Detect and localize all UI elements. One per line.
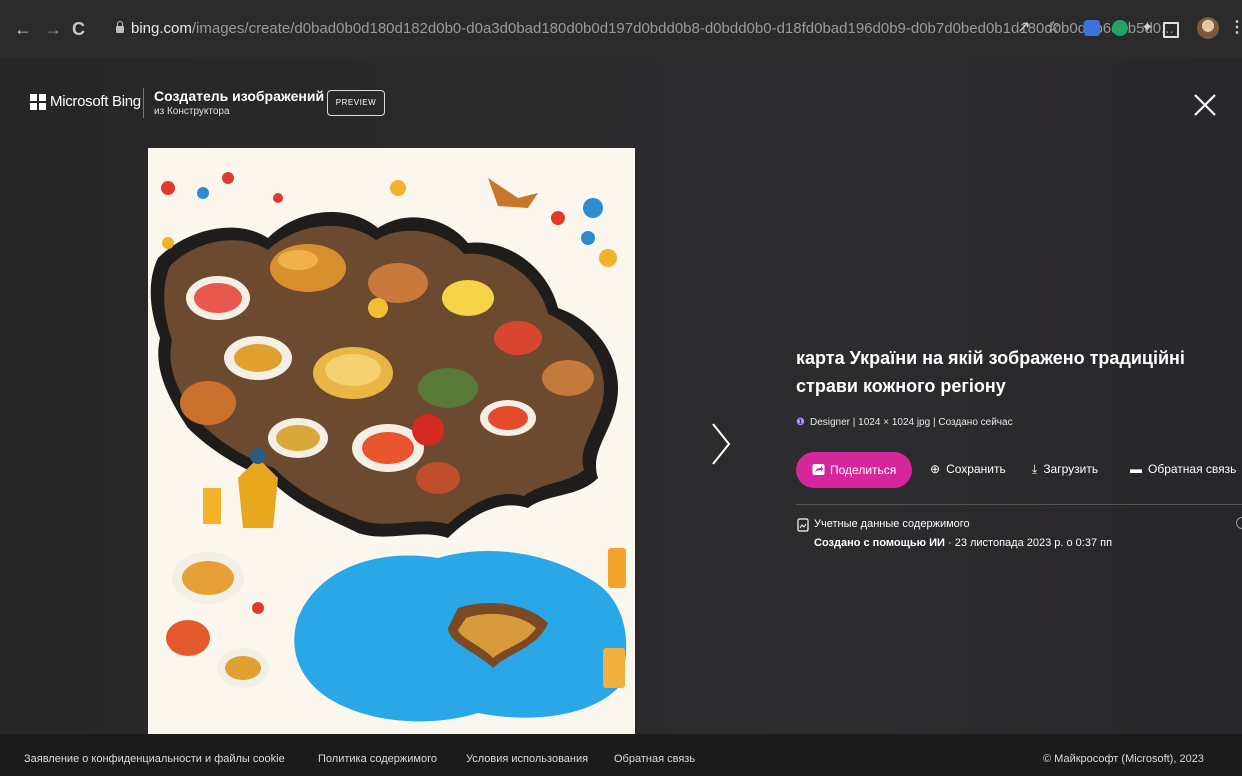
footer-copyright: © Майкрософт (Microsoft), 2023 bbox=[1043, 753, 1204, 765]
footer-privacy-link[interactable]: Заявление о конфиденциальности и файлы c… bbox=[24, 753, 285, 765]
download-label: Загрузить bbox=[1043, 462, 1099, 476]
microsoft-logo[interactable] bbox=[30, 94, 46, 110]
brand-divider bbox=[143, 88, 144, 118]
credentials-icon bbox=[797, 518, 809, 532]
created-date: · 23 листопада 2023 р. о 0:37 пп bbox=[944, 537, 1113, 549]
lock-icon[interactable] bbox=[116, 21, 124, 33]
meta-created: Создано сейчас bbox=[938, 417, 1013, 428]
share-button[interactable]: Поделиться bbox=[796, 452, 912, 488]
feedback-icon: ▬ bbox=[1130, 462, 1142, 476]
app-subtitle: из Конструктора bbox=[154, 106, 230, 117]
ukraine-food-map-illustration bbox=[148, 148, 635, 734]
created-with-ai: Создано с помощью ИИ bbox=[814, 537, 945, 549]
next-arrow-icon bbox=[712, 423, 731, 465]
forward-icon[interactable]: → bbox=[44, 20, 62, 38]
meta-dimensions: 1024 × 1024 jpg bbox=[858, 417, 931, 428]
generated-image[interactable] bbox=[148, 148, 635, 734]
brand-name[interactable]: Microsoft Bing bbox=[50, 93, 141, 110]
url-host: bing.com bbox=[131, 20, 192, 37]
share-page-icon[interactable]: ↗ bbox=[1017, 18, 1030, 38]
translate-extension-icon[interactable] bbox=[1084, 20, 1100, 36]
close-button[interactable] bbox=[1190, 90, 1220, 120]
star-icon[interactable]: ☆ bbox=[1046, 18, 1060, 38]
footer-feedback-link[interactable]: Обратная связь bbox=[614, 753, 695, 765]
download-icon: ⤓ bbox=[1032, 462, 1038, 476]
details-divider bbox=[796, 504, 1242, 505]
save-icon: ⊕ bbox=[930, 462, 941, 476]
close-icon bbox=[1194, 94, 1216, 116]
save-label: Сохранить bbox=[946, 462, 1006, 476]
next-image-button[interactable] bbox=[708, 420, 734, 468]
image-meta: ❶ Designer | 1024 × 1024 jpg | Создано се… bbox=[796, 417, 1013, 428]
feedback-label: Обратная связь bbox=[1148, 462, 1237, 476]
app-title[interactable]: Создатель изображений bbox=[154, 88, 324, 104]
preview-badge: PREVIEW bbox=[327, 90, 385, 116]
chatgpt-extension-icon[interactable] bbox=[1112, 20, 1128, 36]
image-title: карта України на якій зображено традицій… bbox=[796, 348, 1185, 396]
reload-icon[interactable]: C bbox=[72, 20, 85, 38]
designer-icon: ❶ bbox=[796, 417, 805, 428]
menu-icon[interactable]: ⋮ bbox=[1229, 18, 1242, 38]
sidepanel-icon[interactable] bbox=[1163, 22, 1179, 38]
footer-terms-link[interactable]: Условия использования bbox=[466, 753, 588, 765]
extensions-icon[interactable]: ✦ bbox=[1141, 18, 1154, 38]
share-label: Поделиться bbox=[830, 463, 897, 477]
download-button[interactable]: ⤓ Загрузить bbox=[1032, 462, 1098, 477]
footer-content-policy-link[interactable]: Политика содержимого bbox=[318, 753, 437, 765]
save-button[interactable]: ⊕ Сохранить bbox=[930, 462, 1006, 476]
info-icon[interactable] bbox=[1236, 517, 1242, 529]
avatar[interactable] bbox=[1197, 17, 1219, 39]
browser-toolbar: ← → C bing.com/images/create/d0bad0b0d18… bbox=[0, 0, 1242, 58]
feedback-button[interactable]: ▬ Обратная связь bbox=[1130, 462, 1236, 476]
share-icon bbox=[812, 464, 825, 475]
meta-source: Designer bbox=[809, 417, 850, 428]
credentials-detail: Создано с помощью ИИ · 23 листопада 2023… bbox=[814, 537, 1112, 549]
back-icon[interactable]: ← bbox=[14, 20, 32, 38]
credentials-label[interactable]: Учетные данные содержимого bbox=[814, 518, 970, 530]
